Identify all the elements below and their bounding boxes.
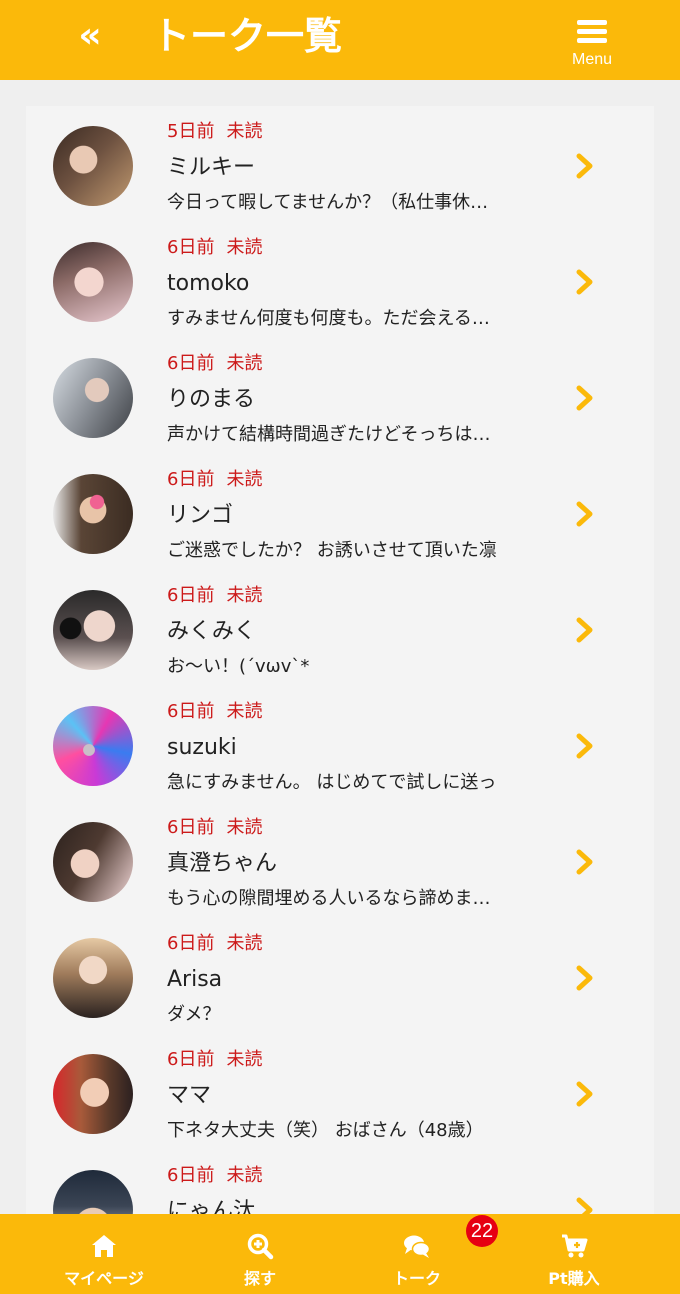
unread-badge: 未読 bbox=[226, 701, 263, 722]
time-ago: 6日前 bbox=[167, 585, 215, 606]
avatar bbox=[53, 822, 133, 902]
contact-name: リンゴ bbox=[167, 503, 234, 528]
time-ago: 6日前 bbox=[167, 817, 215, 838]
avatar bbox=[53, 1054, 133, 1134]
talk-unread-count-badge: 22 bbox=[466, 1215, 498, 1247]
message-preview: すみません何度も何度も。ただ会える… bbox=[167, 308, 490, 329]
chevron-right-icon bbox=[576, 385, 593, 411]
message-meta: 6日前 未読 bbox=[167, 236, 262, 260]
message-preview: 今日って暇してませんか？（私仕事休… bbox=[167, 192, 489, 213]
unread-badge: 未読 bbox=[226, 585, 263, 606]
unread-badge: 未読 bbox=[226, 469, 263, 490]
bottom-nav: マイページ 探す トーク Pt購入 bbox=[0, 1214, 680, 1294]
nav-buy-points[interactable]: Pt購入 bbox=[514, 1214, 634, 1294]
nav-mypage[interactable]: マイページ bbox=[44, 1214, 164, 1294]
avatar bbox=[53, 242, 133, 322]
chat-bubbles-icon bbox=[404, 1235, 431, 1258]
time-ago: 6日前 bbox=[167, 933, 215, 954]
time-ago: 6日前 bbox=[167, 701, 215, 722]
search-plus-icon bbox=[247, 1233, 274, 1260]
message-preview: ダメ？ bbox=[167, 1004, 221, 1025]
nav-label: トーク bbox=[392, 1269, 441, 1288]
unread-badge: 未読 bbox=[226, 933, 263, 954]
message-meta: 6日前 未読 bbox=[167, 468, 262, 492]
chevron-right-icon bbox=[576, 617, 593, 643]
message-meta: 6日前 未読 bbox=[167, 1048, 262, 1072]
talk-row-ringo[interactable]: 6日前 未読 リンゴ ご迷惑でしたか？ お誘いさせて頂いた凛 bbox=[26, 454, 654, 570]
chevron-right-icon bbox=[576, 501, 593, 527]
contact-name: 真澄ちゃん bbox=[167, 851, 278, 876]
contact-name: tomoko bbox=[167, 271, 250, 296]
avatar bbox=[53, 358, 133, 438]
back-button[interactable]: « bbox=[68, 14, 112, 58]
cart-plus-icon bbox=[562, 1234, 588, 1258]
time-ago: 6日前 bbox=[167, 1049, 215, 1070]
nav-label: 探す bbox=[243, 1269, 276, 1288]
message-meta: 6日前 未読 bbox=[167, 584, 262, 608]
contact-name: ミルキー bbox=[167, 155, 256, 180]
menu-label: Menu bbox=[571, 51, 613, 68]
message-meta: 6日前 未読 bbox=[167, 816, 262, 840]
unread-badge: 未読 bbox=[226, 237, 263, 258]
avatar bbox=[53, 474, 133, 554]
menu-button[interactable]: Menu bbox=[560, 18, 624, 74]
avatar bbox=[53, 590, 133, 670]
talk-row-mama[interactable]: 6日前 未読 ママ 下ネタ大丈夫（笑） おばさん（48歳） bbox=[26, 1034, 654, 1150]
contact-name: みくみく bbox=[167, 619, 256, 644]
message-preview: もう心の隙間埋める人いるなら諦めま… bbox=[167, 888, 491, 909]
message-preview: ご迷惑でしたか？ お誘いさせて頂いた凛 bbox=[167, 540, 497, 561]
unread-badge: 未読 bbox=[226, 121, 263, 142]
message-meta: 5日前 未読 bbox=[167, 120, 262, 144]
contact-name: suzuki bbox=[167, 735, 237, 760]
message-preview: 声かけて結構時間過ぎたけどそっちは… bbox=[167, 424, 491, 445]
unread-badge: 未読 bbox=[226, 1049, 263, 1070]
message-meta: 6日前 未読 bbox=[167, 1164, 262, 1188]
nav-label: マイページ bbox=[64, 1269, 144, 1288]
nav-label: Pt購入 bbox=[548, 1269, 600, 1288]
chevron-right-icon bbox=[576, 153, 593, 179]
avatar bbox=[53, 126, 133, 206]
chevron-right-icon bbox=[576, 965, 593, 991]
message-preview: お〜い！(´vωv`* bbox=[167, 656, 310, 677]
talk-list: 5日前 未読 ミルキー 今日って暇してませんか？（私仕事休… 6日前 未読 tomo… bbox=[26, 106, 654, 1226]
nav-search[interactable]: 探す bbox=[200, 1214, 320, 1294]
talk-row-mikumiku[interactable]: 6日前 未読 みくみく お〜い！(´vωv`* bbox=[26, 570, 654, 686]
avatar bbox=[53, 706, 133, 786]
contact-name: Arisa bbox=[167, 967, 223, 992]
time-ago: 6日前 bbox=[167, 237, 215, 258]
message-preview: 下ネタ大丈夫（笑） おばさん（48歳） bbox=[167, 1120, 484, 1141]
time-ago: 6日前 bbox=[167, 353, 215, 374]
hamburger-icon bbox=[577, 18, 607, 44]
chevron-right-icon bbox=[576, 269, 593, 295]
page-title: トーク一覧 bbox=[152, 14, 343, 58]
message-meta: 6日前 未読 bbox=[167, 932, 262, 956]
chevron-right-icon bbox=[576, 849, 593, 875]
contact-name: りのまる bbox=[167, 387, 256, 412]
time-ago: 6日前 bbox=[167, 1165, 215, 1186]
talk-row-suzuki[interactable]: 6日前 未読 suzuki 急にすみません。 はじめてで試しに送っ bbox=[26, 686, 654, 802]
home-icon bbox=[92, 1235, 116, 1257]
nav-talk[interactable]: トーク bbox=[357, 1214, 477, 1294]
unread-badge: 未読 bbox=[226, 817, 263, 838]
talk-row-arisa[interactable]: 6日前 未読 Arisa ダメ？ bbox=[26, 918, 654, 1034]
talk-row-milky[interactable]: 5日前 未読 ミルキー 今日って暇してませんか？（私仕事休… bbox=[26, 106, 654, 222]
chevron-right-icon bbox=[576, 733, 593, 759]
message-meta: 6日前 未読 bbox=[167, 700, 262, 724]
unread-badge: 未読 bbox=[226, 1165, 263, 1186]
message-preview: 急にすみません。 はじめてで試しに送っ bbox=[167, 772, 497, 793]
message-meta: 6日前 未読 bbox=[167, 352, 262, 376]
talk-row-rinomaru[interactable]: 6日前 未読 りのまる 声かけて結構時間過ぎたけどそっちは… bbox=[26, 338, 654, 454]
contact-name: ママ bbox=[167, 1083, 212, 1108]
chevron-right-icon bbox=[576, 1081, 593, 1107]
time-ago: 5日前 bbox=[167, 121, 215, 142]
time-ago: 6日前 bbox=[167, 469, 215, 490]
unread-badge: 未読 bbox=[226, 353, 263, 374]
avatar bbox=[53, 938, 133, 1018]
talk-row-masumi[interactable]: 6日前 未読 真澄ちゃん もう心の隙間埋める人いるなら諦めま… bbox=[26, 802, 654, 918]
header-bar: « トーク一覧 Menu bbox=[0, 0, 680, 80]
talk-row-tomoko[interactable]: 6日前 未読 tomoko すみません何度も何度も。ただ会える… bbox=[26, 222, 654, 338]
